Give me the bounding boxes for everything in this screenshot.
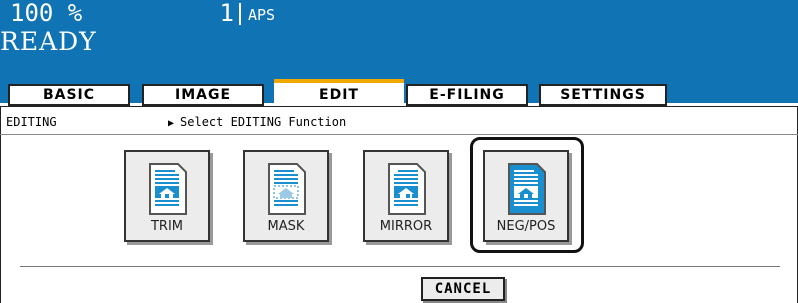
trim-label: TRIM xyxy=(150,219,184,234)
tab-edit[interactable]: EDIT xyxy=(274,79,404,106)
mask-label: MASK xyxy=(267,219,305,234)
mask-button[interactable]: MASK xyxy=(243,150,329,242)
trim-button[interactable]: TRIM xyxy=(124,150,210,242)
status-message: READY xyxy=(0,27,97,56)
trim-icon xyxy=(149,163,187,215)
mode-label: EDITING xyxy=(6,115,57,129)
mirror-button[interactable]: MIRROR xyxy=(363,150,449,242)
cancel-button[interactable]: CANCEL xyxy=(421,277,505,301)
mask-icon xyxy=(268,163,306,215)
panel-border-left xyxy=(0,106,1,303)
tab-basic[interactable]: BASIC xyxy=(8,84,130,106)
instruction-label: Select EDITING Function xyxy=(180,115,347,129)
divider xyxy=(239,3,241,25)
mirror-icon xyxy=(388,163,426,215)
separator xyxy=(20,266,780,267)
instruction-text: ▶ Select EDITING Function xyxy=(168,115,346,129)
panel-border-top xyxy=(0,106,798,107)
separator xyxy=(0,134,798,135)
mirror-label: MIRROR xyxy=(379,219,433,234)
zoom-ratio: 100 % xyxy=(10,0,83,27)
neg-pos-button[interactable]: NEG/POS xyxy=(483,150,569,242)
neg-pos-label: NEG/POS xyxy=(496,219,556,234)
pointer-icon: ▶ xyxy=(168,118,175,129)
neg-pos-icon xyxy=(508,163,546,215)
paper-size: APS xyxy=(248,6,276,24)
tab-e-filing[interactable]: E-FILING xyxy=(406,84,528,106)
copy-count: 1 xyxy=(219,0,234,27)
tab-settings[interactable]: SETTINGS xyxy=(539,84,667,106)
tab-image[interactable]: IMAGE xyxy=(142,84,264,106)
